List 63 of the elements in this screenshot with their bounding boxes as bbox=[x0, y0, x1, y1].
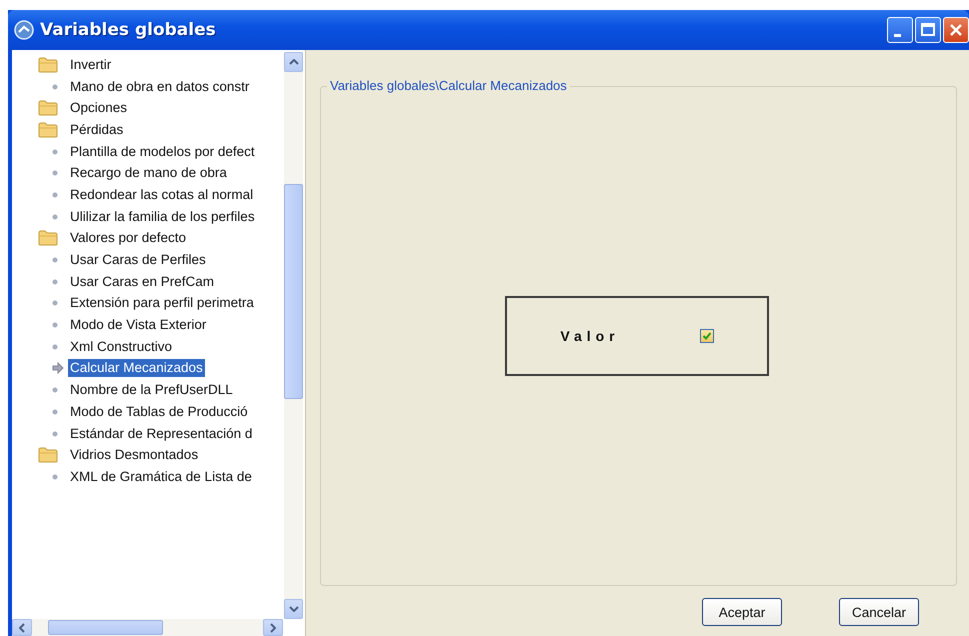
bullet-icon bbox=[52, 84, 58, 90]
bullet-icon bbox=[52, 257, 58, 264]
folder-icon bbox=[38, 122, 58, 138]
tree-item[interactable]: Mano de obra en datos constr bbox=[68, 78, 252, 96]
tree-item[interactable]: Plantilla de modelos por defect bbox=[68, 142, 257, 161]
tree-item[interactable]: Xml Constructivo bbox=[68, 338, 174, 356]
vertical-scrollbar[interactable] bbox=[284, 52, 303, 619]
checkbox[interactable] bbox=[700, 329, 714, 343]
tree-item[interactable]: Modo de Vista Exterior bbox=[68, 316, 208, 334]
folder-icon bbox=[38, 56, 58, 73]
bullet-icon bbox=[52, 300, 58, 306]
folder-icon bbox=[38, 447, 58, 464]
app-icon bbox=[14, 20, 34, 40]
tree-item[interactable]: Calcular Mecanizados bbox=[68, 359, 205, 378]
horizontal-scrollbar[interactable] bbox=[12, 619, 283, 636]
group-title: Variables globales\Calcular Mecanizados bbox=[327, 78, 570, 93]
tree-item[interactable]: Usar Caras en PrefCam bbox=[68, 272, 216, 291]
tree-item[interactable]: Extensión para perfil perimetra bbox=[68, 294, 256, 312]
dialog-button[interactable]: Aceptar bbox=[702, 598, 782, 626]
folder-icon bbox=[38, 230, 58, 246]
tree-item[interactable]: XML de Gramática de Lista de bbox=[68, 468, 254, 486]
chevron-left-icon bbox=[19, 622, 25, 632]
bullet-icon bbox=[52, 214, 58, 220]
tree-item[interactable]: Nombre de la PrefUserDLL bbox=[68, 381, 235, 400]
tree-item[interactable]: Estándar de Representación d bbox=[68, 424, 254, 443]
tree-item[interactable]: Opciones bbox=[68, 99, 130, 118]
tree-item[interactable]: Modo de Tablas de Producció bbox=[68, 402, 250, 421]
chevron-right-icon bbox=[270, 622, 276, 632]
window-title: Variables globales bbox=[40, 20, 217, 40]
bullet-icon bbox=[52, 474, 58, 480]
minimize-button[interactable] bbox=[887, 17, 913, 43]
folder-icon bbox=[38, 100, 58, 116]
bullet-icon bbox=[52, 387, 58, 394]
tree-item[interactable]: Valores por defecto bbox=[68, 229, 188, 248]
bullet-icon bbox=[52, 170, 58, 176]
bullet-icon bbox=[52, 148, 58, 155]
bullet-icon bbox=[52, 278, 58, 285]
close-button[interactable] bbox=[943, 17, 969, 43]
maximize-button[interactable] bbox=[915, 17, 941, 43]
arrow-icon bbox=[52, 362, 64, 374]
chevron-down-icon bbox=[288, 606, 298, 612]
scroll-down-button[interactable] bbox=[284, 599, 303, 619]
minimize-icon bbox=[894, 34, 901, 36]
bullet-icon bbox=[52, 430, 58, 437]
bullet-icon bbox=[52, 192, 58, 198]
bullet-icon bbox=[52, 322, 58, 328]
tree-item[interactable]: Recargo de mano de obra bbox=[68, 164, 229, 182]
scroll-up-button[interactable] bbox=[284, 52, 303, 72]
tree-item[interactable]: Redondear las cotas al normal bbox=[68, 186, 256, 204]
tree-item[interactable]: Invertir bbox=[68, 56, 114, 74]
dialog-button[interactable]: Cancelar bbox=[839, 598, 919, 626]
field-label: Valor bbox=[560, 328, 620, 344]
bullet-icon bbox=[52, 344, 58, 350]
bullet-icon bbox=[52, 408, 58, 415]
tree-item[interactable]: Vidrios Desmontados bbox=[68, 446, 200, 464]
tree-item[interactable]: Usar Caras de Perfiles bbox=[68, 251, 208, 270]
tree-item[interactable]: Pérdidas bbox=[68, 120, 126, 139]
scroll-thumb[interactable] bbox=[48, 620, 163, 635]
scroll-right-button[interactable] bbox=[263, 619, 283, 636]
scroll-thumb[interactable] bbox=[284, 184, 303, 399]
chevron-up-icon bbox=[288, 59, 298, 65]
scroll-left-button[interactable] bbox=[12, 619, 32, 636]
tree-item[interactable]: Ulilizar la familia de los perfiles bbox=[68, 208, 257, 226]
